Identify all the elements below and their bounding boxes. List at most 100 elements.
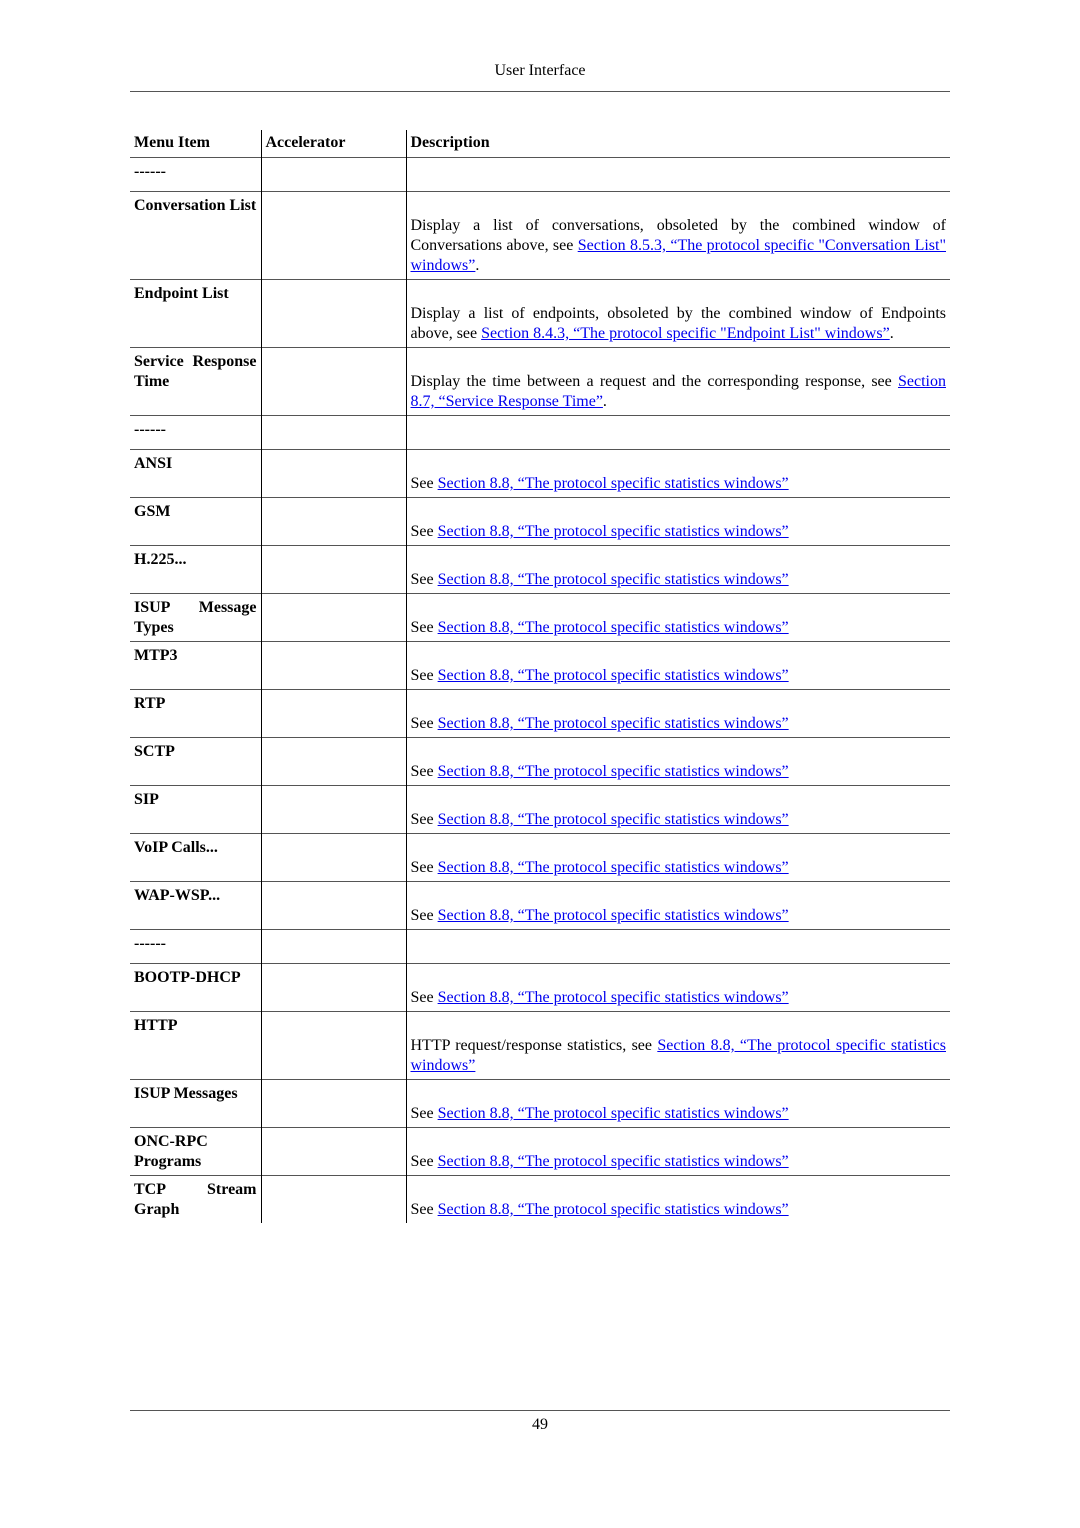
description-text-suffix: .: [889, 325, 894, 342]
menu-item-cell: HTTP: [130, 1011, 262, 1080]
menu-items-table: Menu Item Accelerator Description ------…: [130, 130, 950, 1223]
menu-item-cell: H.225...: [130, 545, 262, 594]
accelerator-cell: [261, 963, 407, 1012]
description-cell: See Section 8.8, “The protocol specific …: [406, 786, 950, 834]
section-link[interactable]: Section 8.8, “The protocol specific stat…: [438, 571, 789, 588]
table-header-row: Menu Item Accelerator Description: [130, 130, 950, 158]
description-cell: See Section 8.8, “The protocol specific …: [406, 738, 950, 786]
table-row: BOOTP-DHCP See Section 8.8, “The protocol…: [130, 963, 950, 1012]
menu-item-cell: ------: [130, 929, 262, 964]
table-row: ISUP Message Types See Section 8.8, “The …: [130, 593, 950, 642]
description-cell: See Section 8.8, “The protocol specific …: [406, 1176, 950, 1224]
description-text-suffix: .: [475, 257, 480, 274]
description-text-suffix: .: [602, 393, 607, 410]
accelerator-cell: [261, 415, 407, 450]
description-text: HTTP request/response statistics, see: [410, 1037, 658, 1054]
menu-item-cell: ISUP Messages: [130, 1079, 262, 1128]
accelerator-cell: [261, 689, 407, 738]
accelerator-cell: [261, 157, 407, 192]
menu-item-cell: VoIP Calls...: [130, 833, 262, 882]
menu-item-cell: ISUP Message Types: [130, 593, 262, 642]
accelerator-cell: [261, 1011, 407, 1080]
description-text: See: [410, 907, 438, 924]
section-link[interactable]: Section 8.8, “The protocol specific stat…: [438, 619, 789, 636]
section-link[interactable]: Section 8.8, “The protocol specific stat…: [438, 763, 789, 780]
separator-row: ------: [130, 929, 950, 964]
description-text: See: [410, 989, 438, 1006]
footer-rule: [130, 1410, 950, 1411]
description-cell: See Section 8.8, “The protocol specific …: [406, 964, 950, 1012]
table-row: VoIP Calls... See Section 8.8, “The proto…: [130, 833, 950, 882]
table-row: H.225... See Section 8.8, “The protocol s…: [130, 545, 950, 594]
description-cell: Display a list of conversations, obsolet…: [406, 192, 950, 280]
table-row: Endpoint List Display a list of endpoints…: [130, 279, 950, 348]
description-cell: Display the time between a request and t…: [406, 348, 950, 416]
description-cell: See Section 8.8, “The protocol specific …: [406, 1128, 950, 1176]
accelerator-cell: [261, 545, 407, 594]
description-cell: [406, 930, 950, 964]
menu-item-cell: ------: [130, 157, 262, 192]
section-link[interactable]: Section 8.8, “The protocol specific stat…: [438, 907, 789, 924]
description-cell: See Section 8.8, “The protocol specific …: [406, 498, 950, 546]
menu-item-cell: TCP Stream Graph: [130, 1175, 262, 1223]
section-link[interactable]: Section 8.8, “The protocol specific stat…: [438, 1201, 789, 1218]
description-text: See: [410, 763, 438, 780]
section-link[interactable]: Section 8.8, “The protocol specific stat…: [438, 989, 789, 1006]
column-header-menu-item: Menu Item: [130, 130, 262, 158]
description-cell: See Section 8.8, “The protocol specific …: [406, 642, 950, 690]
column-header-description: Description: [410, 134, 490, 151]
menu-item-cell: ------: [130, 415, 262, 450]
table-row: WAP-WSP... See Section 8.8, “The protocol…: [130, 881, 950, 930]
description-text: See: [410, 619, 438, 636]
page-header: User Interface: [494, 62, 586, 79]
description-text: See: [410, 523, 438, 540]
description-cell: HTTP request/response statistics, see Se…: [406, 1012, 950, 1080]
menu-item-cell: GSM: [130, 497, 262, 546]
menu-item-cell: WAP-WSP...: [130, 881, 262, 930]
accelerator-cell: [261, 881, 407, 930]
table-row: SCTP See Section 8.8, “The protocol speci…: [130, 737, 950, 786]
table-row: GSM See Section 8.8, “The protocol specif…: [130, 497, 950, 546]
section-link[interactable]: Section 8.8, “The protocol specific stat…: [438, 1105, 789, 1122]
separator-row: ------: [130, 157, 950, 192]
table-body: ------ Conversation List Display a list of…: [130, 157, 950, 1224]
menu-item-cell: RTP: [130, 689, 262, 738]
description-text: See: [410, 571, 438, 588]
description-text: See: [410, 1201, 438, 1218]
accelerator-cell: [261, 1175, 407, 1223]
table-row: HTTP HTTP request/response statistics, se…: [130, 1011, 950, 1080]
section-link[interactable]: Section 8.8, “The protocol specific stat…: [438, 1153, 789, 1170]
menu-item-cell: BOOTP-DHCP: [130, 963, 262, 1012]
table-row: MTP3 See Section 8.8, “The protocol speci…: [130, 641, 950, 690]
description-text: See: [410, 667, 438, 684]
table-row: Service Response Time Display the time be…: [130, 347, 950, 416]
menu-item-cell: Conversation List: [130, 191, 262, 280]
table-row: ISUP Messages See Section 8.8, “The proto…: [130, 1079, 950, 1128]
description-cell: See Section 8.8, “The protocol specific …: [406, 1080, 950, 1128]
section-link[interactable]: Section 8.8, “The protocol specific stat…: [438, 667, 789, 684]
accelerator-cell: [261, 641, 407, 690]
section-link[interactable]: Section 8.8, “The protocol specific stat…: [438, 523, 789, 540]
menu-item-cell: ONC-RPC Programs: [130, 1127, 262, 1176]
menu-item-cell: ANSI: [130, 449, 262, 498]
section-link[interactable]: Section 8.8, “The protocol specific stat…: [438, 811, 789, 828]
table-row: ANSI See Section 8.8, “The protocol speci…: [130, 449, 950, 498]
section-link[interactable]: Section 8.8, “The protocol specific stat…: [438, 475, 789, 492]
description-text: See: [410, 811, 438, 828]
accelerator-cell: [261, 785, 407, 834]
accelerator-cell: [261, 1127, 407, 1176]
section-link[interactable]: Section 8.8, “The protocol specific stat…: [438, 715, 789, 732]
table-row: TCP Stream Graph See Section 8.8, “The pr…: [130, 1175, 950, 1224]
description-text: See: [410, 1105, 438, 1122]
section-link[interactable]: Section 8.4.3, “The protocol specific "E…: [481, 325, 890, 342]
accelerator-cell: [261, 279, 407, 348]
menu-item-cell: SIP: [130, 785, 262, 834]
column-header-accelerator: Accelerator: [261, 130, 407, 158]
accelerator-cell: [261, 191, 407, 280]
section-link[interactable]: Section 8.8, “The protocol specific stat…: [438, 859, 789, 876]
description-cell: [406, 416, 950, 450]
accelerator-cell: [261, 833, 407, 882]
table-row: RTP See Section 8.8, “The protocol specif…: [130, 689, 950, 738]
table-row: SIP See Section 8.8, “The protocol specif…: [130, 785, 950, 834]
description-cell: [406, 158, 950, 192]
